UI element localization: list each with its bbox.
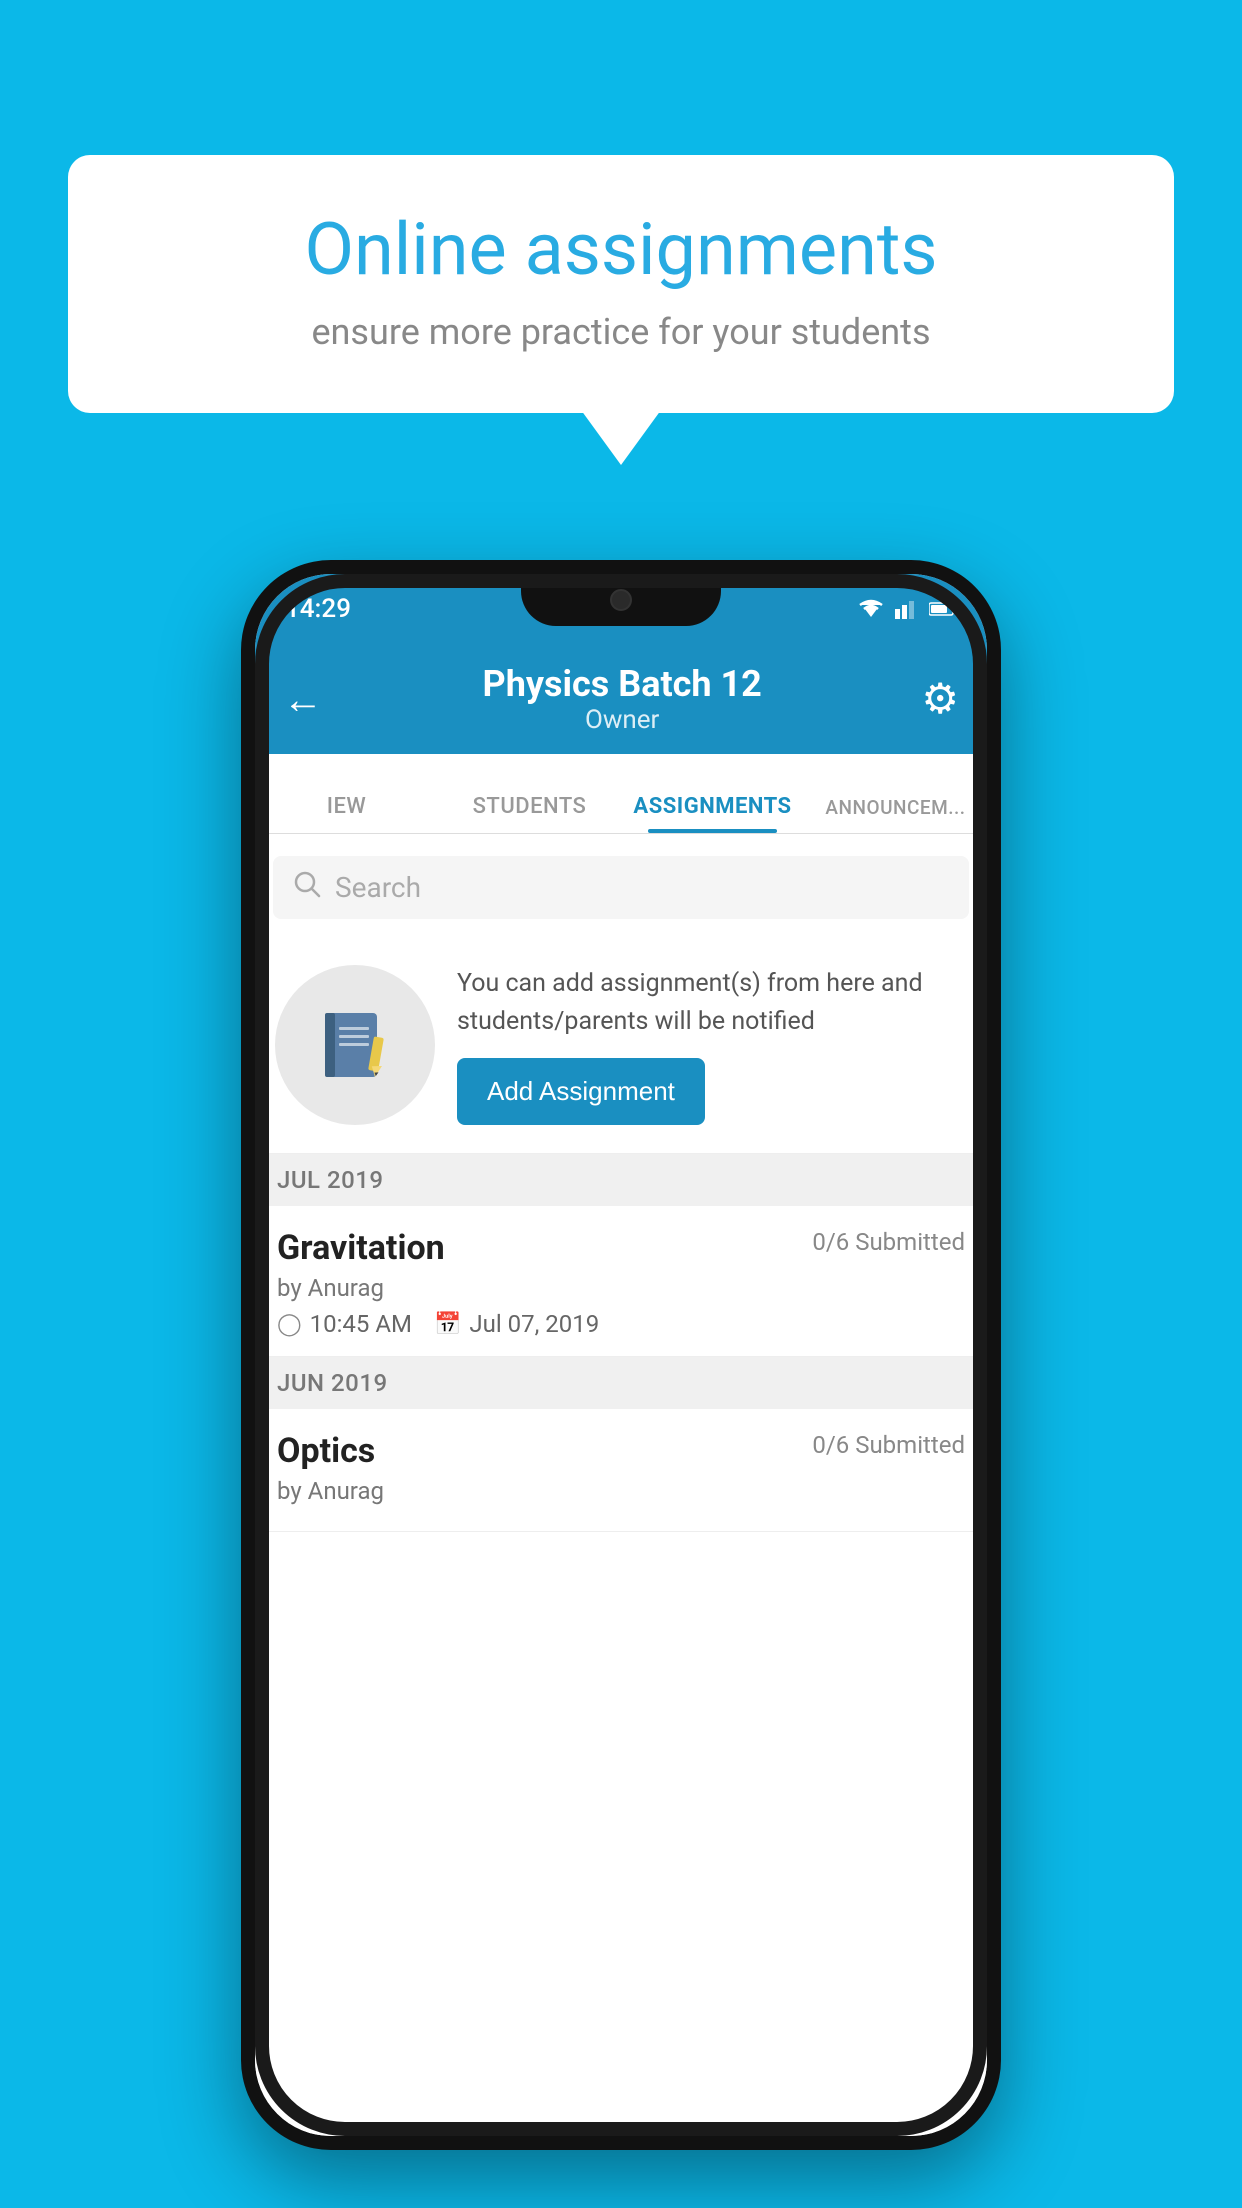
assignment-prompt: You can add assignment(s) from here and … [255, 937, 987, 1154]
status-icons [857, 599, 957, 619]
tab-announcements[interactable]: ANNOUNCEM... [804, 796, 987, 833]
back-button[interactable]: ← [283, 676, 323, 723]
add-assignment-button[interactable]: Add Assignment [457, 1058, 705, 1125]
assignment-time-gravitation: ◯ 10:45 AM [277, 1310, 412, 1338]
phone-screen-clip: 14:29 [255, 574, 987, 2136]
assignment-item-gravitation[interactable]: Gravitation 0/6 Submitted by Anurag ◯ 10… [255, 1206, 987, 1357]
speech-bubble-title: Online assignments [128, 210, 1114, 289]
tab-students[interactable]: STUDENTS [438, 794, 621, 833]
assignment-meta-gravitation: ◯ 10:45 AM 📅 Jul 07, 2019 [277, 1310, 965, 1338]
phone-notch [521, 574, 721, 626]
calendar-icon: 📅 [434, 1312, 461, 1337]
notebook-icon [315, 1005, 395, 1085]
search-placeholder: Search [335, 871, 421, 904]
battery-icon [929, 601, 957, 617]
assignment-submitted-optics: 0/6 Submitted [812, 1431, 965, 1459]
phone-camera [610, 589, 632, 611]
search-bar[interactable]: Search [273, 856, 969, 919]
app-header: ← Physics Batch 12 Owner ⚙ [255, 644, 987, 754]
status-time: 14:29 [285, 594, 351, 624]
header-subtitle: Owner [483, 705, 762, 735]
tab-iew[interactable]: IEW [255, 794, 438, 833]
phone-screen-content: Search [255, 834, 987, 2136]
header-title-block: Physics Batch 12 Owner [483, 663, 762, 735]
assignment-name-optics: Optics [277, 1431, 375, 1471]
wifi-icon [857, 599, 885, 619]
tab-bar: IEW STUDENTS ASSIGNMENTS ANNOUNCEM... [255, 754, 987, 834]
search-icon [293, 870, 321, 905]
assignment-item-optics[interactable]: Optics 0/6 Submitted by Anurag [255, 1409, 987, 1532]
speech-bubble: Online assignments ensure more practice … [68, 155, 1174, 413]
speech-bubble-subtitle: ensure more practice for your students [128, 311, 1114, 353]
clock-icon: ◯ [277, 1312, 302, 1337]
assignment-prompt-text: You can add assignment(s) from here and … [457, 965, 967, 1125]
tab-assignments[interactable]: ASSIGNMENTS [621, 794, 804, 833]
phone-frame: 14:29 [241, 560, 1001, 2150]
assignment-name-gravitation: Gravitation [277, 1228, 445, 1268]
signal-icon [895, 599, 919, 619]
month-separator-jun: JUN 2019 [255, 1357, 987, 1409]
month-separator-jul: JUL 2019 [255, 1154, 987, 1206]
assignment-date-gravitation: 📅 Jul 07, 2019 [434, 1310, 599, 1338]
assignment-icon-circle [275, 965, 435, 1125]
speech-bubble-container: Online assignments ensure more practice … [68, 155, 1174, 413]
settings-icon[interactable]: ⚙ [921, 674, 959, 724]
assignment-submitted-gravitation: 0/6 Submitted [812, 1228, 965, 1256]
header-title: Physics Batch 12 [483, 663, 762, 705]
assignment-by-gravitation: by Anurag [277, 1274, 965, 1302]
prompt-description: You can add assignment(s) from here and … [457, 965, 967, 1040]
assignment-by-optics: by Anurag [277, 1477, 965, 1505]
